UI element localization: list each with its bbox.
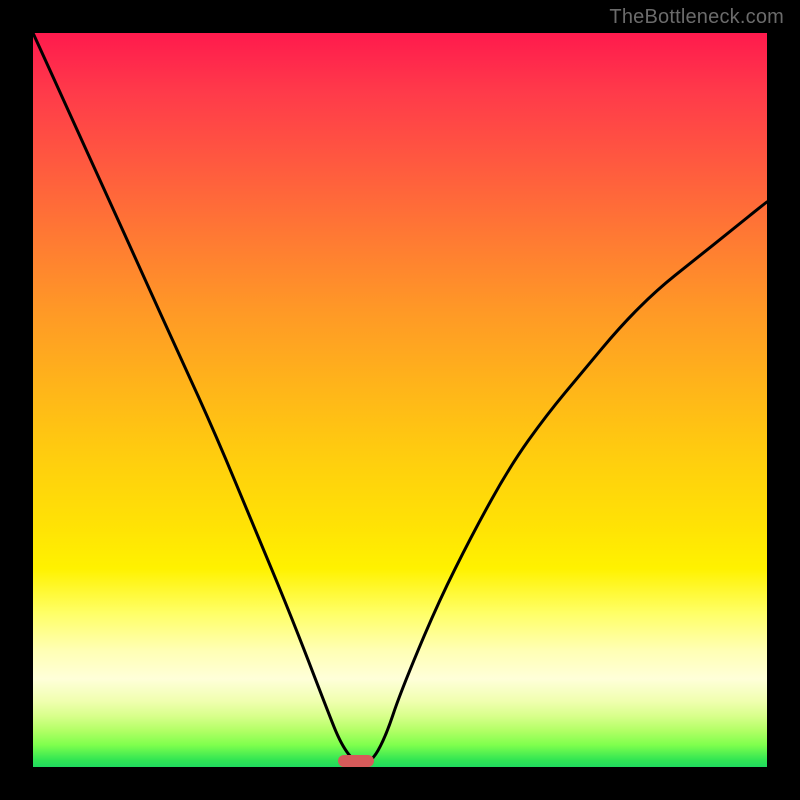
plot-area: [33, 33, 767, 767]
bottleneck-curve: [33, 33, 767, 767]
minimum-marker: [338, 755, 375, 767]
watermark-text: TheBottleneck.com: [609, 6, 784, 29]
chart-frame: TheBottleneck.com: [0, 0, 800, 800]
